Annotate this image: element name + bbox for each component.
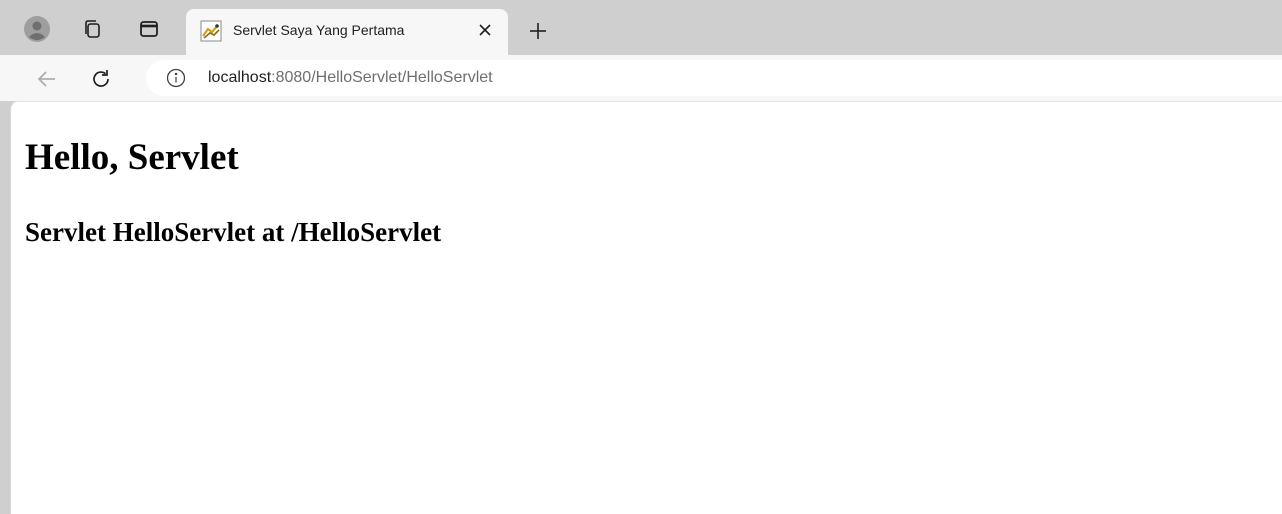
back-arrow-icon[interactable] [34,66,60,92]
tab-actions-icon[interactable] [136,16,162,42]
reload-icon[interactable] [88,66,114,92]
url-path: :8080/HelloServlet/HelloServlet [271,69,493,86]
toolbar: localhost:8080/HelloServlet/HelloServlet [0,55,1282,101]
tab-title: Servlet Saya Yang Pertama [233,22,405,38]
active-tab[interactable]: Servlet Saya Yang Pertama [186,9,508,55]
new-tab-icon[interactable] [527,20,549,42]
page-subheading: Servlet HelloServlet at /HelloServlet [25,217,442,247]
page-heading: Hello, Servlet [25,137,239,178]
profile-icon[interactable] [24,16,50,42]
site-info-icon[interactable] [166,68,186,88]
tomcat-favicon-icon [200,20,222,42]
tab-strip: Servlet Saya Yang Pertama [0,0,1282,55]
page-content: Hello, Servlet Servlet HelloServlet at /… [10,101,1282,514]
url-host: localhost [208,69,272,86]
address-bar[interactable]: localhost:8080/HelloServlet/HelloServlet [146,60,1282,96]
url-text[interactable]: localhost:8080/HelloServlet/HelloServlet [208,69,493,87]
tab-close-icon[interactable] [476,21,494,39]
workspaces-icon[interactable] [80,16,106,42]
